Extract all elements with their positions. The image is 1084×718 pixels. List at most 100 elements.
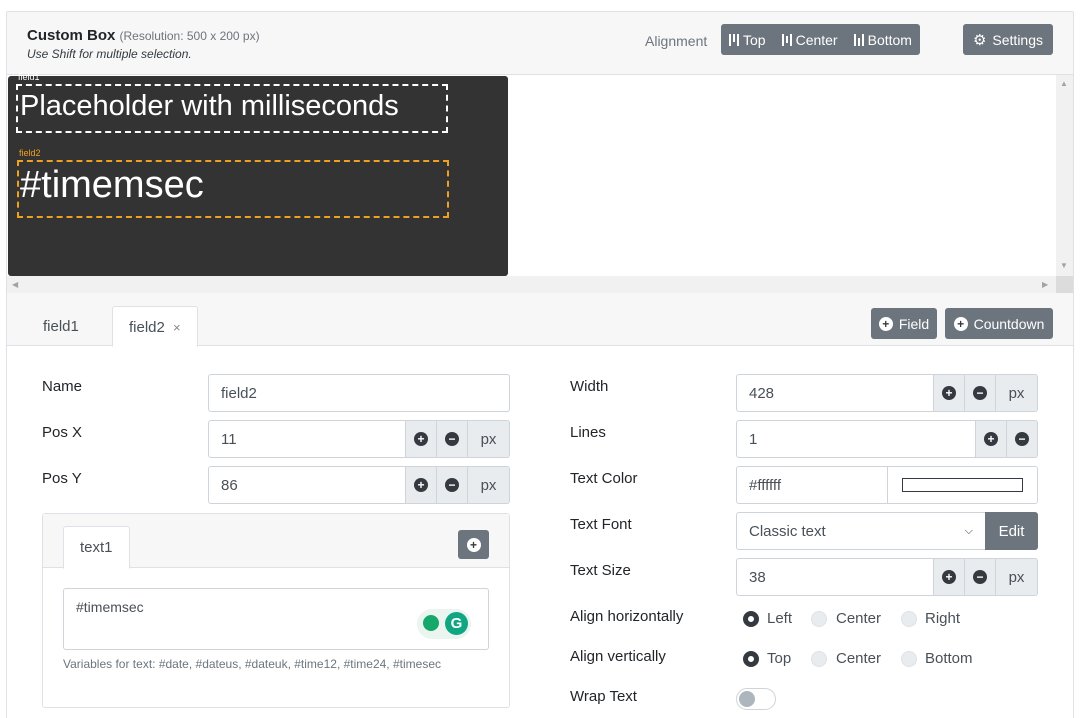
posx-input[interactable]: 11 [208, 420, 406, 458]
toggle-knob [739, 691, 755, 707]
valign-center-radio[interactable] [811, 651, 827, 667]
minus-circle-icon: − [445, 432, 459, 446]
vertical-scrollbar[interactable]: ▲ ▼ [1056, 75, 1073, 276]
posy-input[interactable]: 86 [208, 466, 406, 504]
plus-circle-icon: + [414, 432, 428, 446]
wrap-text-toggle[interactable] [736, 688, 776, 710]
size-decrement-button[interactable]: − [964, 558, 996, 596]
grammarly-widget[interactable]: G [417, 609, 471, 639]
color-swatch[interactable] [887, 466, 1038, 504]
resolution-text: (Resolution: 500 x 200 px) [120, 29, 260, 43]
posx-label: Pos X [42, 424, 82, 441]
valign-top-radio[interactable] [743, 651, 759, 667]
selection-hint: Use Shift for multiple selection. [27, 47, 192, 61]
text-card-header: text1 + [43, 514, 509, 568]
align-center-label: Center [796, 32, 838, 48]
preview-field1-text: Placeholder with milliseconds [20, 90, 399, 123]
text-font-select[interactable]: Classic text ⌵ [736, 512, 986, 550]
posy-increment-button[interactable]: + [405, 466, 437, 504]
plus-circle-icon: + [942, 570, 956, 584]
align-center-icon [782, 34, 792, 46]
lines-label: Lines [570, 424, 606, 441]
preview-canvas-area: field1 Placeholder with milliseconds fie… [7, 75, 1073, 293]
width-unit: px [995, 374, 1038, 412]
width-decrement-button[interactable]: − [964, 374, 996, 412]
scroll-down-arrow[interactable]: ▼ [1060, 261, 1068, 270]
color-swatch-preview [902, 478, 1023, 492]
align-top-label: Top [743, 32, 766, 48]
close-icon[interactable]: × [173, 320, 181, 335]
field-tabs-bar: field1 field2 × + Field + Countdown [7, 293, 1073, 346]
size-unit: px [995, 558, 1038, 596]
tab-field1[interactable]: field1 [27, 306, 95, 347]
edit-font-label: Edit [999, 523, 1025, 540]
align-vertical-label: Align vertically [570, 648, 666, 665]
field1-tag: field1 [18, 72, 40, 82]
posx-increment-button[interactable]: + [405, 420, 437, 458]
tab-field2[interactable]: field2 × [112, 306, 198, 347]
text-font-label: Text Font [570, 516, 632, 533]
halign-right-label: Right [925, 610, 960, 627]
text-color-label: Text Color [570, 470, 638, 487]
text-variables-hint: Variables for text: #date, #dateus, #dat… [63, 657, 441, 671]
edit-font-button[interactable]: Edit [985, 512, 1038, 550]
width-input[interactable]: 428 [736, 374, 934, 412]
scrollbar-corner [1056, 276, 1073, 293]
align-bottom-button[interactable]: Bottom [846, 24, 920, 55]
lines-input[interactable]: 1 [736, 420, 976, 458]
settings-button[interactable]: ⚙ Settings [963, 24, 1053, 55]
minus-circle-icon: − [445, 478, 459, 492]
halign-center-radio[interactable] [811, 611, 827, 627]
add-field-button[interactable]: + Field [871, 308, 937, 339]
posx-decrement-button[interactable]: − [436, 420, 468, 458]
preview-box: field1 Placeholder with milliseconds fie… [8, 76, 508, 276]
align-top-button[interactable]: Top [721, 24, 774, 55]
add-countdown-button[interactable]: + Countdown [945, 308, 1053, 339]
name-label: Name [42, 378, 82, 395]
align-top-icon [729, 34, 739, 46]
posy-decrement-button[interactable]: − [436, 466, 468, 504]
minus-circle-icon: − [973, 386, 987, 400]
text-size-label: Text Size [570, 562, 631, 579]
text-color-input[interactable]: #ffffff [736, 466, 888, 504]
scroll-left-arrow[interactable]: ◀ [12, 280, 18, 289]
text-size-input[interactable]: 38 [736, 558, 934, 596]
valign-top-label: Top [767, 650, 791, 667]
align-bottom-icon [854, 34, 864, 46]
valign-bottom-label: Bottom [925, 650, 973, 667]
name-input[interactable]: field2 [208, 374, 510, 412]
plus-circle-icon: + [467, 538, 481, 552]
minus-circle-icon: − [973, 570, 987, 584]
title-text: Custom Box [27, 27, 115, 44]
alignment-button-group: Top Center Bottom [721, 24, 920, 55]
scroll-right-arrow[interactable]: ▶ [1042, 280, 1048, 289]
halign-left-radio[interactable] [743, 611, 759, 627]
align-bottom-label: Bottom [868, 32, 912, 48]
size-increment-button[interactable]: + [933, 558, 965, 596]
align-center-button[interactable]: Center [774, 24, 846, 55]
plus-circle-icon: + [942, 386, 956, 400]
horizontal-scrollbar[interactable]: ◀ ▶ [7, 276, 1056, 293]
lines-decrement-button[interactable]: − [1006, 420, 1038, 458]
scroll-up-arrow[interactable]: ▲ [1060, 79, 1068, 88]
text-font-value: Classic text [749, 523, 826, 540]
gear-icon: ⚙ [973, 31, 986, 49]
plus-circle-icon: + [984, 432, 998, 446]
valign-bottom-radio[interactable] [901, 651, 917, 667]
text-card: text1 + #timemsec G Variables for text: … [42, 513, 510, 708]
tab-field1-label: field1 [43, 318, 79, 335]
settings-label: Settings [992, 32, 1043, 48]
halign-center-label: Center [836, 610, 881, 627]
tab-text1-label: text1 [80, 539, 113, 556]
page-title: Custom Box (Resolution: 500 x 200 px) [27, 27, 260, 44]
tab-field2-label: field2 [129, 319, 165, 336]
tab-text1[interactable]: text1 [63, 526, 130, 569]
width-increment-button[interactable]: + [933, 374, 965, 412]
plus-circle-icon: + [879, 317, 893, 331]
add-text-button[interactable]: + [458, 530, 489, 559]
minus-circle-icon: − [1015, 432, 1029, 446]
lines-increment-button[interactable]: + [975, 420, 1007, 458]
posy-label: Pos Y [42, 470, 82, 487]
chevron-down-icon: ⌵ [965, 525, 973, 538]
halign-right-radio[interactable] [901, 611, 917, 627]
